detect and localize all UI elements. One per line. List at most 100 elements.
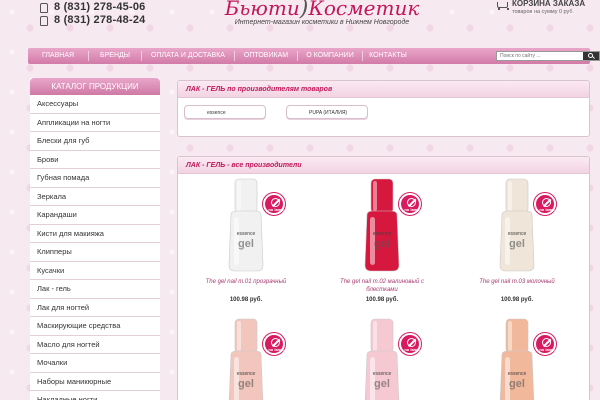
lamp-crossed-icon: [542, 198, 551, 207]
product-card[interactable]: essence gel no lamp: [191, 315, 301, 400]
logo-title: Бьюти)Косметик: [222, 0, 422, 21]
lamp-crossed-icon: [407, 338, 416, 347]
nail-polish-bottle: essencegel: [228, 178, 264, 272]
svg-text:essence: essence: [508, 231, 527, 237]
no-lamp-badge-icon: no lamp: [263, 333, 285, 355]
product-name[interactable]: The gel nail т.02 малиновый с блестками: [327, 278, 437, 294]
nail-polish-bottle: essencegel: [499, 178, 535, 272]
lamp-crossed-icon: [542, 338, 551, 347]
no-lamp-label: no lamp: [404, 207, 420, 212]
sidebar-item[interactable]: Карандаши: [30, 206, 160, 225]
cart-icon: [496, 0, 509, 10]
no-lamp-badge-icon: no lamp: [534, 333, 556, 355]
sidebar-item[interactable]: Мочалки: [30, 354, 160, 373]
sidebar-item[interactable]: Кисти для макияжа: [30, 225, 160, 243]
sidebar-item[interactable]: Аксессуары: [30, 95, 160, 114]
manufacturers-title: ЛАК - ГЕЛЬ по производителям товаров: [178, 81, 589, 98]
product-name[interactable]: The gel nail т.01 прозрачный: [191, 278, 301, 294]
sidebar-item[interactable]: Блески для губ: [30, 132, 160, 151]
no-lamp-badge-icon: no lamp: [399, 333, 421, 355]
phone-icon: [38, 15, 48, 26]
logo-title-left: Бьюти: [224, 0, 300, 20]
svg-text:gel: gel: [509, 238, 525, 250]
page: 8 (831) 278-45-06 8 (831) 278-48-24 Бьют…: [0, 0, 600, 400]
svg-text:gel: gel: [238, 378, 254, 390]
product-image[interactable]: essence gel no lamp: [462, 315, 572, 400]
product-card[interactable]: essence gel no lamp The gel nail т.01 прозр…: [191, 175, 301, 303]
nav-item-wholesale[interactable]: ОПТОВИКАМ: [235, 48, 297, 64]
svg-text:gel: gel: [374, 378, 390, 390]
sidebar-item[interactable]: Губная помада: [30, 169, 160, 188]
product-price: 100.98 руб.: [229, 297, 263, 303]
nav-item-contacts[interactable]: КОНТАКТЫ: [363, 48, 413, 64]
sidebar-item[interactable]: Зеркала: [30, 188, 160, 206]
svg-text:essence: essence: [237, 231, 256, 237]
sidebar-item[interactable]: Аппликации на ногти: [30, 114, 160, 132]
sidebar-item[interactable]: Брови: [30, 151, 160, 169]
sidebar-item[interactable]: Клипперы: [30, 243, 160, 262]
phone-line: 8 (831) 278-45-06: [38, 0, 178, 13]
product-price: 100.98 руб.: [365, 297, 399, 303]
no-lamp-badge-icon: no lamp: [534, 193, 556, 215]
sidebar-item[interactable]: Лак - гель: [30, 280, 160, 299]
nav-item-brands[interactable]: БРЕНДЫ: [89, 48, 141, 64]
phone-number: 8 (831) 278-45-06: [54, 0, 146, 13]
no-lamp-badge-icon: no lamp: [399, 193, 421, 215]
product-card[interactable]: essence gel no lamp The gel nail т.02 малин…: [327, 175, 437, 303]
no-lamp-label: no lamp: [268, 207, 284, 212]
svg-text:gel: gel: [238, 238, 254, 250]
cart-title[interactable]: КОРЗИНА ЗАКАЗА: [512, 0, 600, 9]
product-image[interactable]: essence gel no lamp: [191, 315, 301, 400]
cart-info: товаров на сумму 0 руб.: [512, 9, 575, 15]
manufacturer-link-essence[interactable]: essence: [184, 105, 266, 119]
main-nav: ГЛАВНАЯ БРЕНДЫ ОПЛАТА И ДОСТАВКА ОПТОВИК…: [28, 48, 600, 64]
sidebar-item[interactable]: Накладные ногти: [30, 391, 160, 400]
sidebar-item[interactable]: Лак для ногтей: [30, 299, 160, 317]
sidebar-item[interactable]: Наборы маникюрные: [30, 373, 160, 391]
product-name[interactable]: The gel nail т.03 молочный: [462, 278, 572, 294]
logo-title-right: Косметик: [308, 0, 420, 20]
manufacturer-link-pupa[interactable]: PUPA (ИТАЛИЯ): [286, 105, 368, 119]
products-title: ЛАК - ГЕЛЬ - все производители: [178, 157, 589, 174]
search-box: [496, 51, 600, 61]
no-lamp-label: no lamp: [539, 347, 555, 352]
sidebar-item[interactable]: Маскирующие средства: [30, 317, 160, 336]
product-image[interactable]: essence gel no lamp: [462, 175, 572, 275]
phone-block: 8 (831) 278-45-06 8 (831) 278-48-24: [38, 0, 178, 26]
no-lamp-label: no lamp: [268, 347, 284, 352]
phone-icon: [38, 2, 48, 13]
cart-widget[interactable]: КОРЗИНА ЗАКАЗА товаров на сумму 0 руб.: [496, 0, 600, 16]
product-image[interactable]: essence gel no lamp: [191, 175, 301, 275]
no-lamp-label: no lamp: [539, 207, 555, 212]
product-card[interactable]: essence gel no lamp: [327, 315, 437, 400]
no-lamp-badge-icon: no lamp: [263, 193, 285, 215]
search-input[interactable]: [497, 52, 583, 60]
lamp-crossed-icon: [407, 198, 416, 207]
nail-polish-bottle: essencegel: [364, 318, 400, 400]
nav-item-about[interactable]: О КОМПАНИИ: [298, 48, 362, 64]
svg-text:essence: essence: [508, 371, 527, 377]
product-card[interactable]: essence gel no lamp The gel nail т.03 молоч…: [462, 175, 572, 303]
no-lamp-label: no lamp: [404, 347, 420, 352]
logo-subtitle: Интернет-магазин косметики в Нижнем Новг…: [234, 19, 410, 26]
sidebar-item[interactable]: Масло для ногтей: [30, 336, 160, 354]
svg-text:essence: essence: [373, 231, 392, 237]
search-icon[interactable]: [583, 52, 599, 60]
svg-text:essence: essence: [237, 371, 256, 377]
nav-item-payment-delivery[interactable]: ОПЛАТА И ДОСТАВКА: [142, 48, 234, 64]
lamp-crossed-icon: [271, 338, 280, 347]
product-price: 100.98 руб.: [500, 297, 534, 303]
svg-text:essence: essence: [373, 371, 392, 377]
sidebar-item[interactable]: Кусачки: [30, 262, 160, 280]
product-image[interactable]: essence gel no lamp: [327, 315, 437, 400]
nav-item-home[interactable]: ГЛАВНАЯ: [28, 48, 88, 64]
catalog-title: КАТАЛОГ ПРОДУКЦИИ: [30, 78, 160, 95]
logo[interactable]: Бьюти)Косметик Интернет-магазин косметик…: [222, 0, 422, 36]
nail-polish-bottle: essencegel: [364, 178, 400, 272]
product-image[interactable]: essence gel no lamp: [327, 175, 437, 275]
svg-text:gel: gel: [374, 238, 390, 250]
product-card[interactable]: essence gel no lamp: [462, 315, 572, 400]
phone-number: 8 (831) 278-48-24: [54, 13, 146, 26]
svg-text:gel: gel: [509, 378, 525, 390]
nail-polish-bottle: essencegel: [228, 318, 264, 400]
